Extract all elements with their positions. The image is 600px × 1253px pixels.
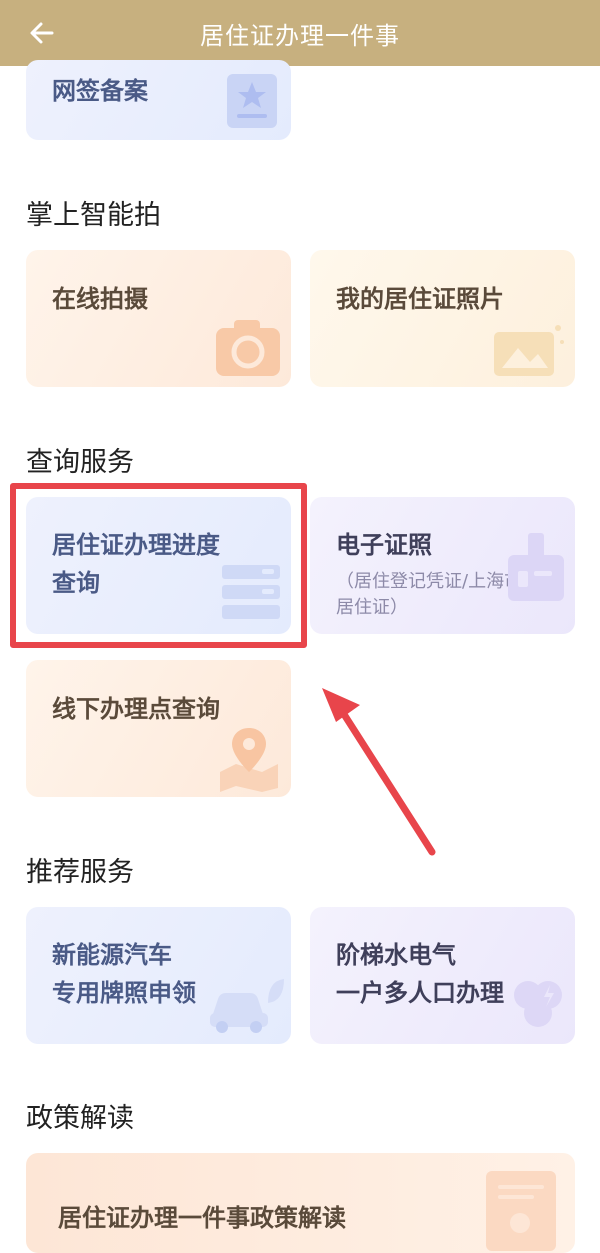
page-title: 居住证办理一件事 [200,21,400,50]
card-my-photo[interactable]: 我的居住证照片 [310,250,575,387]
card-utility-label-line1: 阶梯水电气 [336,941,456,969]
section-title-query-service: 查询服务 [26,447,134,478]
section-title-recommend-service: 推荐服务 [26,857,134,888]
document-icon [486,1171,556,1251]
app-header: 居住证办理一件事 [0,0,600,66]
arrow-left-icon [30,22,54,44]
card-my-photo-label: 我的居住证照片 [336,285,504,313]
card-nev-license[interactable]: 新能源汽车 专用牌照申领 [26,907,291,1044]
card-policy-label: 居住证办理一件事政策解读 [58,1204,346,1232]
camera-icon [216,320,280,376]
license-card-icon [508,533,564,601]
card-nev-label-line2: 专用牌照申领 [52,979,196,1007]
back-button[interactable] [24,15,60,51]
card-utility[interactable]: 阶梯水电气 一户多人口办理 [310,907,575,1044]
image-icon [494,325,564,376]
car-leaf-icon [210,979,284,1033]
card-online-shoot[interactable]: 在线拍摄 [26,250,291,387]
card-nev-label-line1: 新能源汽车 [52,941,172,969]
card-e-license-sub-line2: 居住证） [336,597,408,618]
card-policy[interactable]: 居住证办理一件事政策解读 [26,1153,575,1253]
highlight-box [10,483,307,648]
card-offline-points[interactable]: 线下办理点查询 [26,660,291,797]
card-online-shoot-label: 在线拍摄 [52,285,148,313]
card-utility-label-line2: 一户多人口办理 [336,979,504,1007]
section-title-smart-photo: 掌上智能拍 [26,200,161,231]
card-e-license[interactable]: 电子证照 （居住登记凭证/上海市 居住证） [310,497,575,634]
utility-icon [514,981,562,1027]
section-title-policy-interpret: 政策解读 [26,1103,134,1134]
map-pin-icon [220,728,278,792]
card-e-license-label: 电子证照 [336,531,432,559]
certificate-icon [227,74,277,128]
card-e-license-sub-line1: （居住登记凭证/上海市 [336,571,523,592]
card-online-sign[interactable]: 网签备案 [26,60,291,140]
card-offline-points-label: 线下办理点查询 [52,695,220,723]
card-online-sign-label: 网签备案 [52,77,148,105]
